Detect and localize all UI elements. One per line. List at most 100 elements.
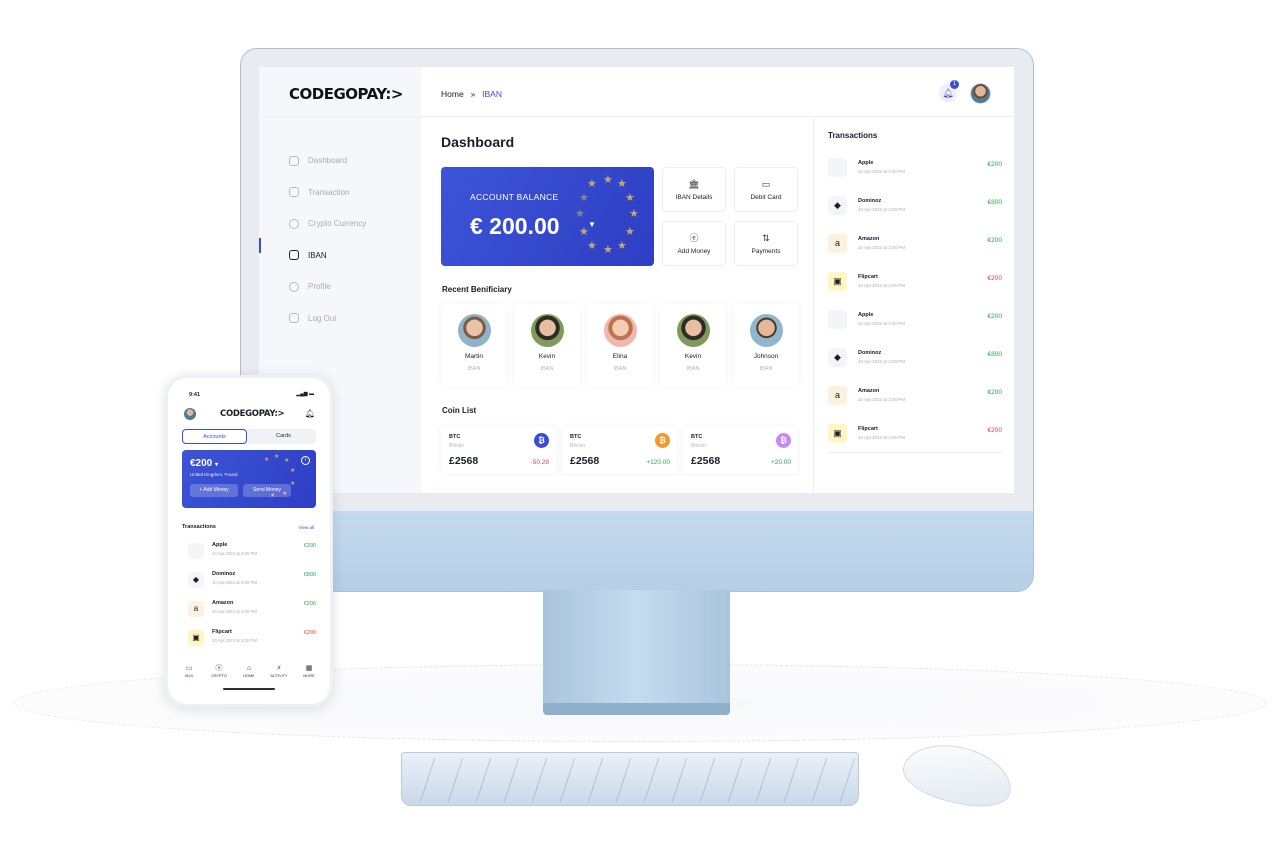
coin-card[interactable]: BTC Bitcoin £2568 +120.00 ₿: [562, 426, 677, 474]
transaction-row[interactable]: Apple 10 Apr,2022 at 2:00 PM €200: [184, 541, 316, 567]
transaction-row[interactable]: ▣ Flipcart 10 Apr,2022 at 2:00 PM €200: [828, 272, 1002, 310]
coin-name: Bitcoin: [570, 443, 586, 449]
coin-symbol: BTC: [570, 434, 582, 440]
sidebar-item-profile[interactable]: Profile: [289, 271, 366, 303]
sidebar-item-crypto-currency[interactable]: Crypto Currency: [289, 208, 366, 240]
monitor-stand-foot: [543, 703, 730, 715]
beneficiary-name: Kevin: [538, 353, 556, 360]
monitor-stand: [543, 590, 730, 705]
sidebar-item-label: IBAN: [308, 250, 327, 260]
transaction-name: Flipcart: [212, 629, 232, 635]
beneficiary-card[interactable]: Elina IBAN: [587, 304, 653, 387]
beneficiary-name: Kevin: [684, 353, 702, 360]
nav-activity[interactable]: ⚡︎ ACTIVITY: [264, 664, 294, 678]
balance-value: €200: [190, 458, 213, 469]
beneficiary-type: IBAN: [467, 366, 481, 372]
sidebar-item-dashboard[interactable]: Dashboard: [289, 145, 366, 177]
transaction-row[interactable]: Apple 10 Apr,2022 at 2:00 PM €200: [828, 310, 1002, 348]
transaction-name: Flipcart: [858, 426, 878, 432]
debit-card-button[interactable]: ▭ Debit Card: [734, 167, 798, 212]
flipcart-logo-icon: ▣: [828, 424, 847, 443]
bottom-nav: ▭ IBAN ⓢ CRYPTO ⌂ HOME ⚡︎ ACTIVITY ▦ MORE: [168, 664, 330, 684]
coin-symbol: BTC: [691, 434, 703, 440]
transaction-amount: €200: [987, 237, 1002, 244]
eu-stars-decoration: ★ ★ ★ ★ ★ ★ ★ ★ ★ ★ ★ ★: [575, 174, 639, 256]
keyboard-keys: [406, 758, 856, 802]
exchange-icon: ⇅: [762, 233, 770, 243]
nav-label: ACTIVITY: [270, 674, 288, 678]
nav-iban[interactable]: ▭ IBAN: [174, 664, 204, 678]
nav-more[interactable]: ▦ MORE: [294, 664, 324, 678]
add-money-button[interactable]: + Add Money: [190, 484, 238, 497]
transaction-name: Dominoz: [858, 350, 882, 356]
beneficiary-type: IBAN: [540, 366, 554, 372]
coin-value: £2568: [691, 455, 721, 467]
transaction-row[interactable]: a Amazon 10 Apr,2022 at 2:00 PM €200: [828, 234, 1002, 272]
nav-label: MORE: [303, 674, 315, 678]
coin-card[interactable]: BTC Bitcoin £2568 -50.28 ₿: [441, 426, 556, 474]
transaction-row[interactable]: Apple 10 Apr,2022 at 2:00 PM €200: [828, 158, 1002, 196]
beneficiary-card[interactable]: Martin IBAN: [441, 304, 507, 387]
transaction-row[interactable]: a Amazon 10 Apr,2022 at 2:00 PM €200: [828, 386, 1002, 424]
avatar[interactable]: [184, 408, 196, 420]
sidebar-item-transaction[interactable]: Transaction: [289, 177, 366, 209]
transaction-row[interactable]: a Amazon 10 Apr,2022 at 2:00 PM €200: [184, 599, 316, 625]
coin-card[interactable]: BTC Bitcoin £2568 +20.00 ₿: [683, 426, 798, 474]
beneficiary-name: Martin: [464, 353, 484, 360]
beneficiary-card[interactable]: Kevin IBAN: [514, 304, 580, 387]
sidebar-item-log-out[interactable]: Log Out: [289, 303, 366, 335]
avatar[interactable]: [970, 83, 991, 104]
notification-badge: 1: [950, 80, 959, 89]
breadcrumb-current: IBAN: [482, 89, 502, 99]
transaction-amount: €200: [303, 601, 316, 607]
nav-home[interactable]: ⌂ HOME: [234, 664, 264, 678]
star-icon: ★: [284, 458, 290, 464]
iban-details-button[interactable]: 🏛︎ IBAN Details: [662, 167, 726, 212]
transaction-row[interactable]: ◆ Dominoz 10 Apr,2022 at 2:00 PM €800: [828, 196, 1002, 234]
sidebar-item-label: Log Out: [308, 313, 337, 323]
euro-circle-icon: ⓔ: [689, 233, 699, 243]
wallet-icon: [289, 187, 299, 198]
breadcrumb-home[interactable]: Home: [441, 89, 464, 99]
view-all-link[interactable]: View all: [299, 525, 314, 530]
tile-label: IBAN Details: [675, 194, 713, 201]
tile-label: Debit Card: [750, 194, 782, 201]
nav-crypto[interactable]: ⓢ CRYPTO: [204, 664, 234, 678]
tab-cards[interactable]: Cards: [251, 429, 316, 444]
transaction-row[interactable]: ◆ Dominoz 10 Apr,2022 at 2:00 PM €800: [828, 348, 1002, 386]
send-money-button[interactable]: Send Money: [243, 484, 291, 497]
bell-icon[interactable]: 🔔︎: [305, 409, 315, 418]
transaction-amount: €200: [303, 543, 316, 549]
divider: [259, 117, 421, 118]
star-icon: ★: [264, 457, 270, 463]
sidebar-item-iban[interactable]: IBAN: [289, 240, 366, 272]
payments-button[interactable]: ⇅ Payments: [734, 221, 798, 266]
sidebar-item-label: Profile: [308, 282, 331, 292]
transaction-name: Dominoz: [212, 571, 236, 577]
avatar: [457, 314, 491, 347]
coin-change: +20.00: [770, 459, 791, 466]
transactions-title: Transactions: [828, 131, 878, 140]
beneficiary-type: IBAN: [686, 366, 700, 372]
info-icon[interactable]: i: [301, 456, 310, 465]
grid-icon: [289, 155, 299, 166]
section-title: Recent Benificiary: [442, 285, 512, 294]
beneficiary-card[interactable]: Johnson IBAN: [733, 304, 799, 387]
signal-battery-icon: ▂▄▆ ▬: [296, 391, 314, 397]
amazon-logo-icon: a: [188, 601, 204, 617]
transaction-row[interactable]: ▣ Flipcart 10 Apr,2022 at 2:00 PM €200: [828, 424, 1002, 462]
tab-accounts[interactable]: Accounts: [182, 429, 247, 444]
transactions-title: Transactions: [182, 524, 216, 530]
beneficiary-name: Elina: [612, 353, 628, 360]
beneficiary-card[interactable]: Kevin IBAN: [660, 304, 726, 387]
transaction-row[interactable]: ▣ Flipcart 10 Apr,2022 at 2:00 PM €200: [184, 628, 316, 654]
transaction-date: 10 Apr,2022 at 2:00 PM: [858, 283, 906, 288]
chevron-down-icon[interactable]: ▾: [215, 462, 218, 468]
transaction-row[interactable]: ◆ Dominoz 10 Apr,2022 at 2:00 PM €800: [184, 570, 316, 596]
coin-icon: ⓢ: [215, 665, 223, 672]
transaction-date: 10 Apr,2022 at 2:00 PM: [858, 435, 906, 440]
flipcart-logo-icon: ▣: [828, 272, 847, 291]
beneficiary-type: IBAN: [759, 366, 773, 372]
add-money-button[interactable]: ⓔ Add Money: [662, 221, 726, 266]
brand-logo[interactable]: CODEGOPAY:>: [289, 85, 403, 103]
